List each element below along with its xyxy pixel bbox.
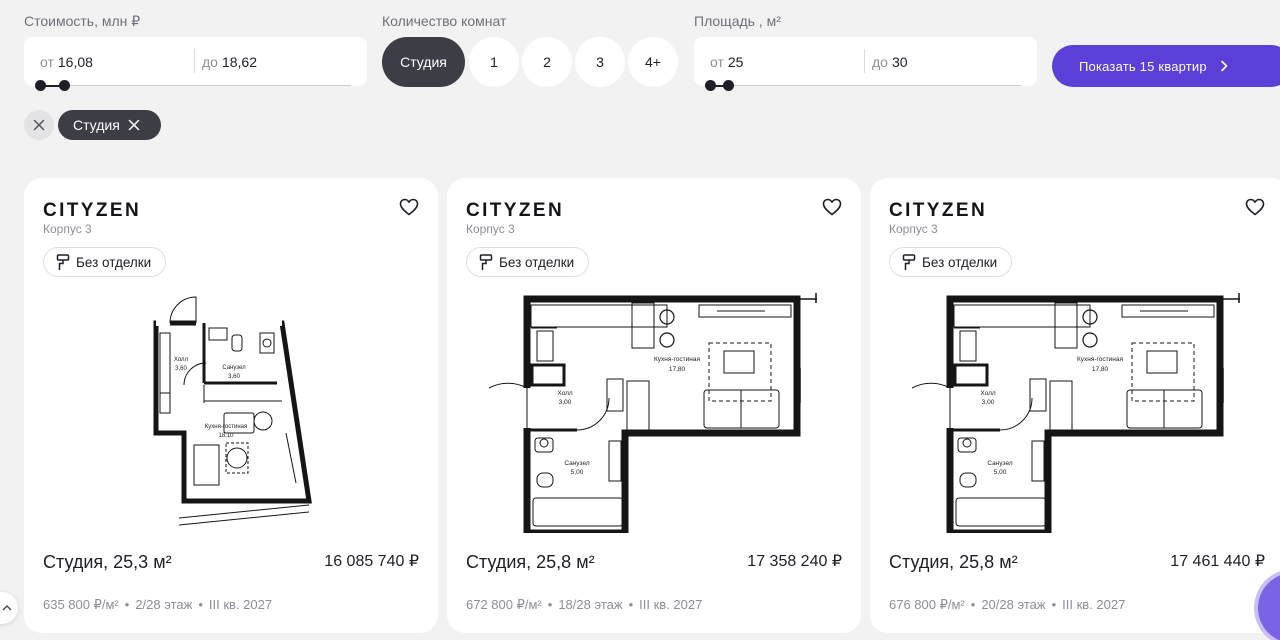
finish-badge: Без отделки <box>889 247 1013 277</box>
paint-roller-icon <box>56 253 70 271</box>
show-apartments-button[interactable]: Показать 15 квартир <box>1052 45 1280 87</box>
price-range-field[interactable]: от 16,08 до 18,62 <box>24 37 367 91</box>
area-filter-label: Площадь , м² <box>694 13 781 29</box>
range-divider <box>864 49 865 73</box>
plan-label-kitchen: Кухня-гостиная <box>654 356 700 363</box>
apartment-price: 17 358 240 ₽ <box>747 553 842 570</box>
floor-info: 2/28 этаж <box>135 597 193 612</box>
close-icon <box>33 119 45 131</box>
chevron-right-icon <box>1219 60 1229 72</box>
heart-icon[interactable] <box>1245 198 1265 221</box>
floor-info: 18/28 этаж <box>558 597 623 612</box>
building-label: Корпус 3 <box>466 222 515 236</box>
delivery-date: III кв. 2027 <box>639 597 703 612</box>
area-to[interactable]: до 30 <box>872 54 908 70</box>
chevron-up-icon <box>2 605 12 611</box>
rooms-option-3[interactable]: 3 <box>575 37 625 87</box>
building-label: Корпус 3 <box>889 222 938 236</box>
plan-label-hall: Холл <box>980 390 996 397</box>
building-label: Корпус 3 <box>43 222 92 236</box>
apartment-card[interactable]: CITYZEN Корпус 3 Без отделки <box>870 178 1280 633</box>
plan-area-hall: 3,60 <box>175 366 187 372</box>
plan-label-bath: Санузел <box>564 460 590 467</box>
plan-area-kitchen: 18,10 <box>218 433 234 439</box>
apartment-title: Студия, 25,8 м² <box>889 552 1018 572</box>
range-divider <box>194 49 195 73</box>
plan-area-hall: 3,00 <box>559 399 572 406</box>
apartment-title: Студия, 25,3 м² <box>43 552 172 572</box>
scroll-up-button[interactable] <box>0 592 18 624</box>
price-to[interactable]: до 18,62 <box>202 54 257 70</box>
plan-area-hall: 3,00 <box>982 399 995 406</box>
apartment-price: 17 461 440 ₽ <box>1170 553 1265 570</box>
apartment-card[interactable]: CITYZEN Корпус 3 Без отделки <box>447 178 861 633</box>
price-filter-label: Стоимость, млн ₽ <box>24 13 141 29</box>
plan-label-bath: Санузел <box>222 365 246 371</box>
plan-label-kitchen: Кухня-гостиная <box>205 424 247 430</box>
finish-badge: Без отделки <box>43 247 167 277</box>
rooms-option-4plus[interactable]: 4+ <box>628 37 678 87</box>
floor-plan[interactable]: Холл 3,60 Санузел 3,60 Кухня-гостиная 18… <box>64 293 414 533</box>
price-from[interactable]: от 16,08 <box>40 54 93 70</box>
heart-icon[interactable] <box>822 198 842 221</box>
area-slider-min-handle[interactable] <box>705 80 716 91</box>
paint-roller-icon <box>479 253 493 271</box>
rooms-option-studio[interactable]: Студия <box>382 37 465 87</box>
area-from-value[interactable]: 25 <box>728 54 744 70</box>
plan-label-hall: Холл <box>174 357 189 363</box>
area-slider-max-handle[interactable] <box>723 80 734 91</box>
brand-logo: CITYZEN <box>889 200 988 221</box>
price-per-m2: 676 800 ₽/м² <box>889 597 965 612</box>
apartment-meta: 635 800 ₽/м² • 2/28 этаж • III кв. 2027 <box>43 597 273 612</box>
plan-area-kitchen: 17,80 <box>669 366 686 373</box>
price-per-m2: 672 800 ₽/м² <box>466 597 542 612</box>
paint-roller-icon <box>902 253 916 271</box>
plan-area-bath: 5,00 <box>994 469 1007 476</box>
apartment-card[interactable]: CITYZEN Корпус 3 Без отделки <box>24 178 438 633</box>
floor-plan[interactable]: Холл 3,00 Санузел 5,00 Кухня-гостиная 17… <box>487 293 837 533</box>
area-from[interactable]: от 25 <box>710 54 743 70</box>
delivery-date: III кв. 2027 <box>1062 597 1126 612</box>
price-per-m2: 635 800 ₽/м² <box>43 597 119 612</box>
apartment-price: 16 085 740 ₽ <box>324 553 419 570</box>
plan-label-kitchen: Кухня-гостиная <box>1077 356 1123 363</box>
apartment-title: Студия, 25,8 м² <box>466 552 595 572</box>
plan-label-hall: Холл <box>557 390 573 397</box>
price-from-value[interactable]: 16,08 <box>58 54 93 70</box>
apartment-meta: 672 800 ₽/м² • 18/28 этаж • III кв. 2027 <box>466 597 703 612</box>
delivery-date: III кв. 2027 <box>208 597 273 612</box>
plan-area-bath: 5,00 <box>571 469 584 476</box>
price-slider-track[interactable] <box>36 85 351 86</box>
area-range-field[interactable]: от 25 до 30 <box>694 37 1037 91</box>
rooms-option-2[interactable]: 2 <box>522 37 572 87</box>
price-slider-min-handle[interactable] <box>35 80 46 91</box>
plan-area-kitchen: 17,80 <box>1092 366 1109 373</box>
area-slider-track[interactable] <box>706 85 1021 86</box>
apartment-meta: 676 800 ₽/м² • 20/28 этаж • III кв. 2027 <box>889 597 1126 612</box>
floor-plan[interactable]: Холл 3,00 Санузел 5,00 Кухня-гостиная 17… <box>910 293 1260 533</box>
area-to-value[interactable]: 30 <box>892 54 908 70</box>
rooms-filter-label: Количество комнат <box>382 13 507 29</box>
clear-filters-button[interactable] <box>24 110 54 140</box>
floor-info: 20/28 этаж <box>981 597 1046 612</box>
close-icon[interactable] <box>128 119 140 131</box>
price-to-value[interactable]: 18,62 <box>222 54 257 70</box>
heart-icon[interactable] <box>399 198 419 221</box>
active-filter-chip-studio[interactable]: Студия <box>58 110 161 140</box>
finish-badge: Без отделки <box>466 247 590 277</box>
brand-logo: CITYZEN <box>466 200 565 221</box>
plan-label-bath: Санузел <box>987 460 1013 467</box>
rooms-option-1[interactable]: 1 <box>469 37 519 87</box>
plan-area-bath: 3,60 <box>228 374 240 380</box>
brand-logo: CITYZEN <box>43 200 142 221</box>
price-slider-max-handle[interactable] <box>59 80 70 91</box>
